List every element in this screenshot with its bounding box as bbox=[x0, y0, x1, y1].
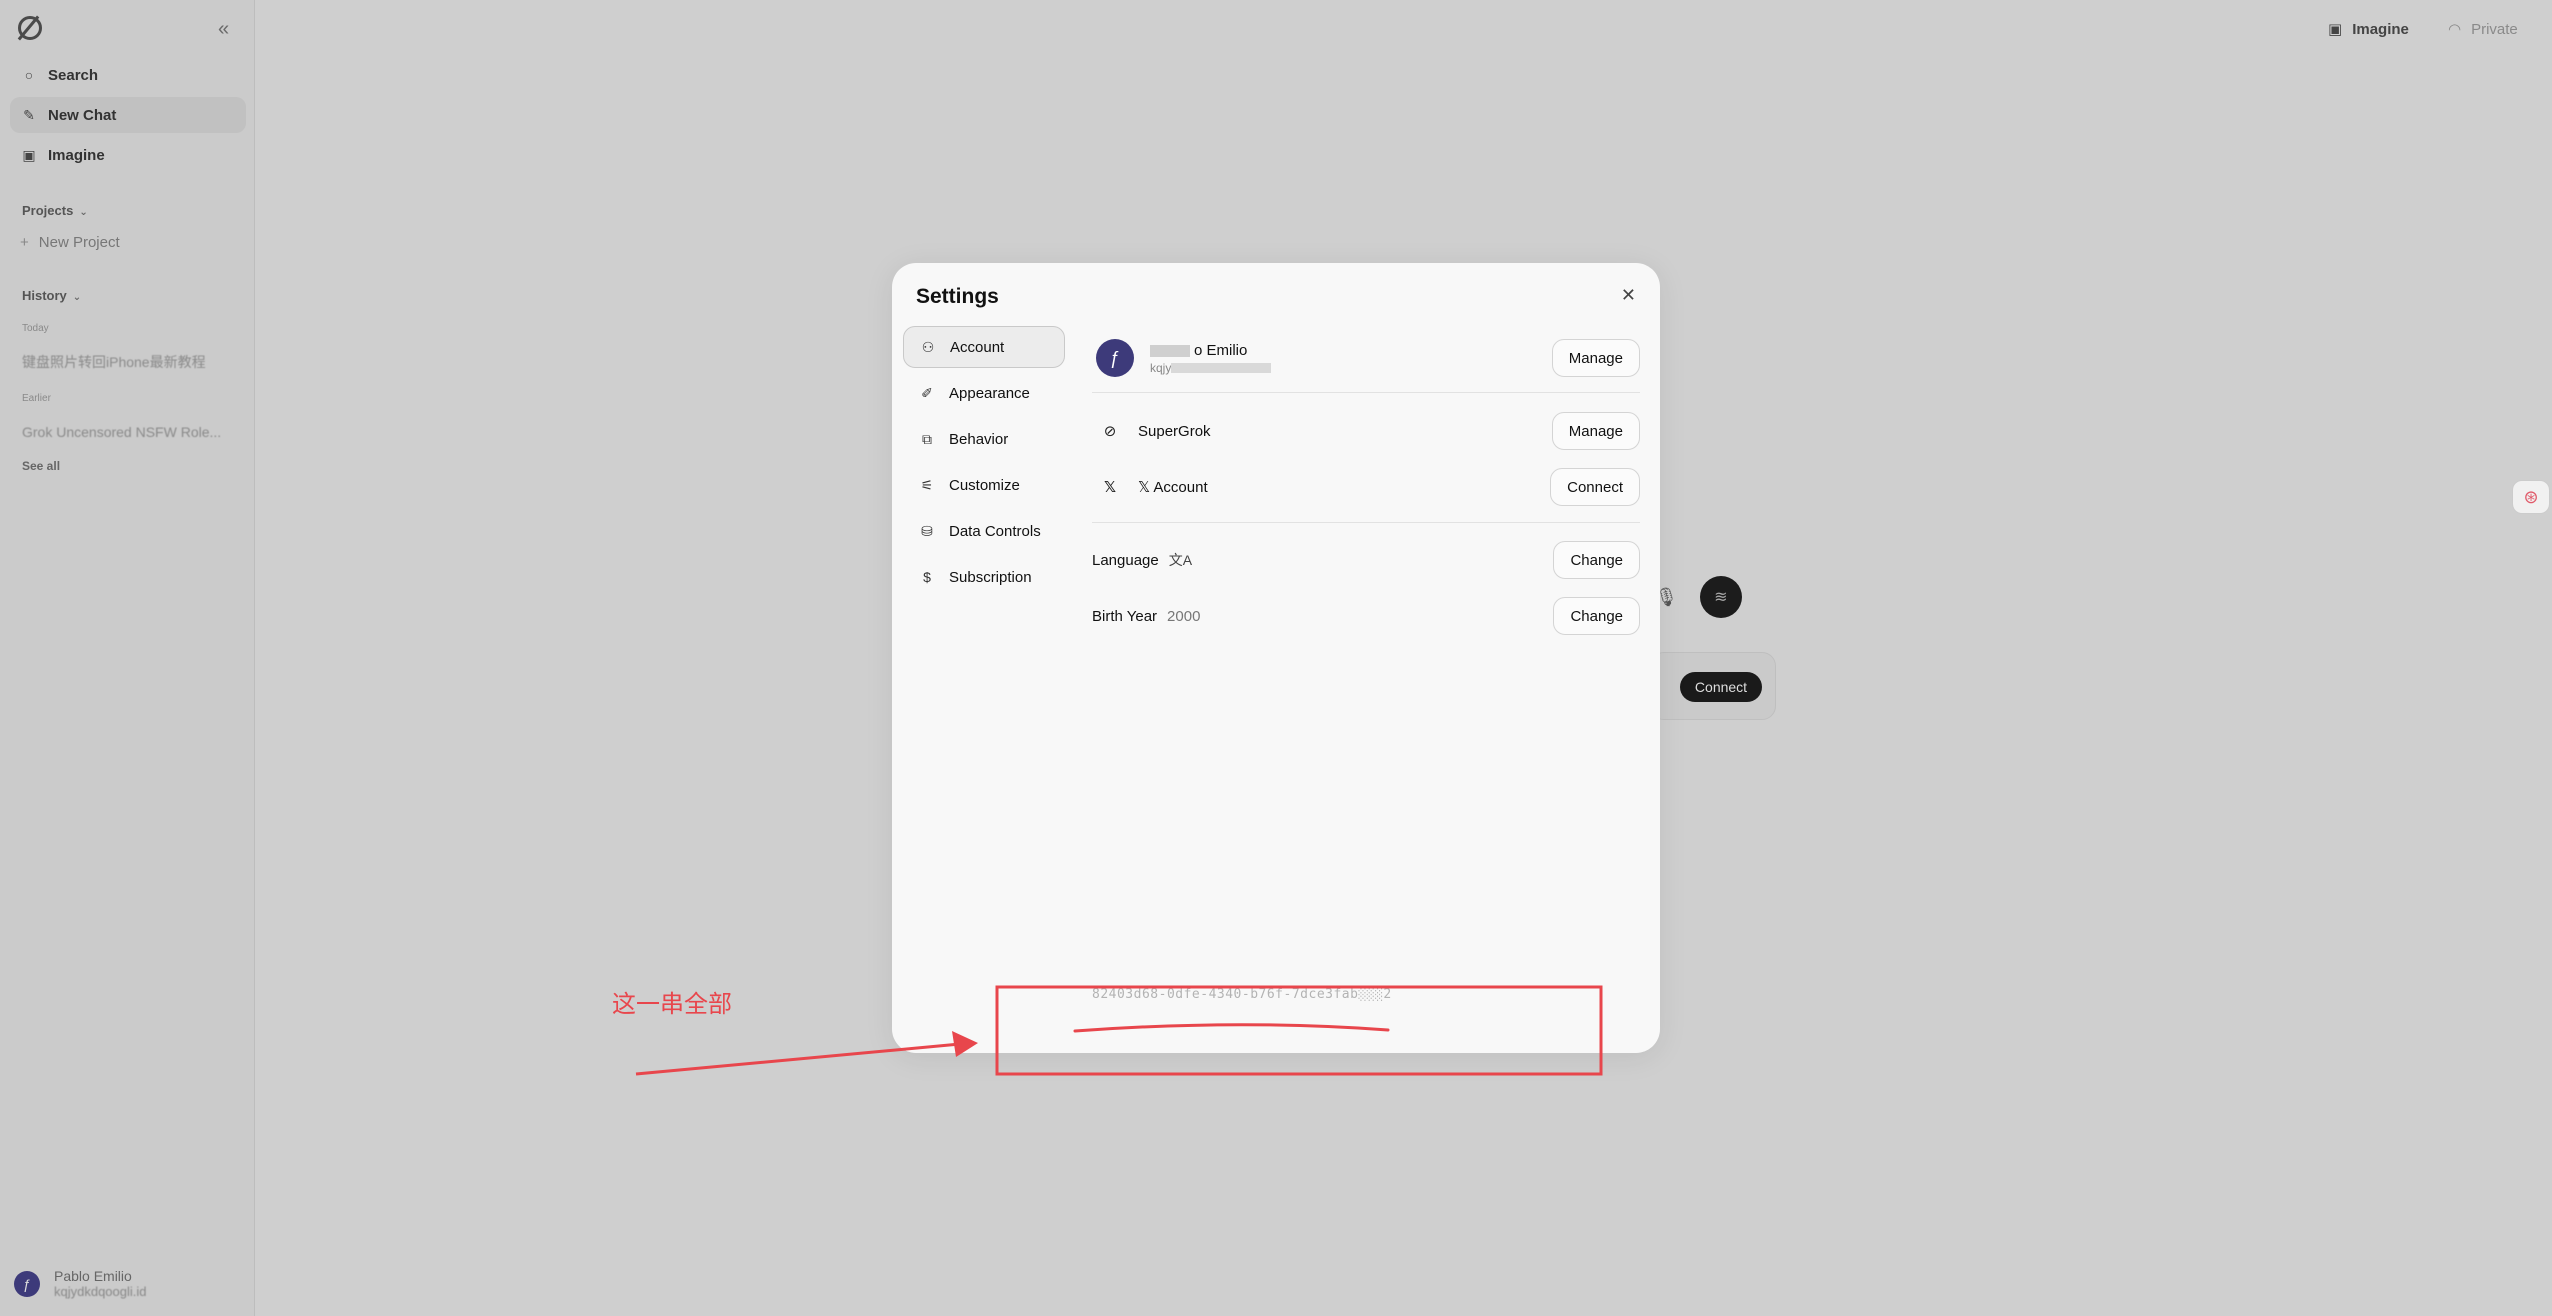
projects-section-toggle[interactable]: Projects ⌄ bbox=[22, 203, 88, 218]
manage-account-button[interactable]: Manage bbox=[1551, 339, 1640, 377]
sidebar: « ○ Search ✎ New Chat ▣ Imagine Projects… bbox=[0, 0, 255, 1316]
sliders-icon: ⚟ bbox=[920, 476, 934, 493]
chevron-down-icon: ⌄ bbox=[79, 207, 88, 218]
change-birth-year-button[interactable]: Change bbox=[1553, 597, 1640, 635]
background-connect-button[interactable]: Connect bbox=[1680, 672, 1762, 702]
x-account-row: 𝕏 𝕏 Account Connect bbox=[1092, 467, 1640, 507]
connect-x-button[interactable]: Connect bbox=[1550, 468, 1640, 506]
voice-mode-icon[interactable]: ≋ bbox=[1699, 576, 1742, 618]
dollar-icon: $ bbox=[923, 569, 931, 585]
behavior-icon: ⧉ bbox=[922, 430, 932, 447]
settings-tab-account[interactable]: ⚇ Account bbox=[903, 326, 1065, 368]
modal-title: Settings bbox=[916, 285, 999, 308]
settings-modal: Settings ✕ ⚇ Account ✐ Appearance ⧉ Beha… bbox=[892, 263, 1660, 1053]
brush-icon: ✐ bbox=[921, 384, 933, 401]
sidebar-item-label: New Chat bbox=[48, 106, 117, 124]
change-language-button[interactable]: Change bbox=[1553, 541, 1640, 579]
profile-row: ƒ o Emilio kqjy Manage bbox=[1092, 333, 1640, 383]
edit-icon: ✎ bbox=[23, 106, 35, 123]
birth-year-value: 2000 bbox=[1167, 607, 1201, 625]
grok-logo-icon[interactable] bbox=[18, 16, 42, 40]
sidebar-item-label: Imagine bbox=[48, 146, 105, 164]
translate-icon: 文A bbox=[1168, 552, 1193, 568]
supergrok-row: ⊘ SuperGrok Manage bbox=[1092, 411, 1640, 451]
settings-tab-subscription[interactable]: $ Subscription bbox=[903, 556, 1065, 598]
sidebar-item-imagine[interactable]: ▣ Imagine bbox=[10, 137, 246, 173]
image-icon: ▣ bbox=[22, 146, 36, 163]
chevron-down-icon: ⌄ bbox=[72, 292, 82, 303]
history-group-earlier: Earlier bbox=[22, 393, 51, 404]
close-icon[interactable]: ✕ bbox=[1621, 285, 1636, 306]
manage-supergrok-button[interactable]: Manage bbox=[1551, 412, 1640, 450]
x-logo-icon: 𝕏 bbox=[1103, 479, 1117, 496]
see-all-link[interactable]: See all bbox=[22, 459, 60, 473]
ghost-icon: ◠ bbox=[2448, 21, 2462, 38]
sidebar-item-new-chat[interactable]: ✎ New Chat bbox=[10, 97, 246, 133]
birth-year-row: Birth Year 2000 Change bbox=[1092, 596, 1640, 636]
settings-tab-appearance[interactable]: ✐ Appearance bbox=[903, 372, 1065, 414]
user-profile[interactable]: ƒ Pablo Emilio kqjydkdqoogli.id bbox=[14, 1268, 147, 1299]
plus-icon: + bbox=[20, 234, 29, 251]
modal-footer: 82403d68-0dfe-4340-b76f-7dce3fab░░░2 bbox=[892, 983, 1660, 1053]
settings-tab-data-controls[interactable]: ⛁ Data Controls bbox=[903, 510, 1065, 552]
user-name: Pablo Emilio bbox=[54, 1268, 132, 1284]
new-project-button[interactable]: + New Project bbox=[20, 234, 120, 251]
chat-input-controls: 🎙 ≋ bbox=[1655, 576, 1742, 618]
collapse-sidebar-icon[interactable]: « bbox=[218, 18, 229, 41]
person-icon: ⚇ bbox=[921, 338, 935, 355]
profile-email: kqjy bbox=[1150, 361, 1272, 375]
translate-extension-icon[interactable]: ⊛ bbox=[2512, 480, 2550, 514]
search-icon: ○ bbox=[24, 67, 34, 83]
grok-logo-icon: ⊘ bbox=[1103, 423, 1117, 440]
divider bbox=[1092, 522, 1640, 523]
language-row: Language 文A Change bbox=[1092, 540, 1640, 580]
history-item[interactable]: Grok Uncensored NSFW Role... bbox=[22, 424, 237, 440]
avatar: ƒ bbox=[1096, 339, 1134, 377]
image-icon: ▣ bbox=[2328, 21, 2343, 38]
history-group-today: Today bbox=[22, 323, 49, 334]
sidebar-item-label: Search bbox=[48, 66, 99, 84]
user-email: kqjydkdqoogli.id bbox=[54, 1284, 147, 1299]
user-id-text: 82403d68-0dfe-4340-b76f-7dce3fab░░░2 bbox=[1092, 987, 1392, 1002]
annotation-text: 这一串全部 bbox=[612, 990, 732, 1018]
history-section-toggle[interactable]: History ⌄ bbox=[22, 288, 81, 303]
avatar: ƒ bbox=[14, 1270, 40, 1297]
sidebar-item-search[interactable]: ○ Search bbox=[10, 57, 246, 93]
imagine-top-button[interactable]: ▣ Imagine bbox=[2328, 20, 2409, 39]
settings-tab-behavior[interactable]: ⧉ Behavior bbox=[903, 418, 1065, 460]
profile-name: o Emilio bbox=[1150, 342, 1271, 359]
divider bbox=[1092, 392, 1640, 393]
private-mode-button[interactable]: ◠ Private bbox=[2448, 20, 2518, 39]
history-item[interactable]: 键盘照片转回iPhone最新教程 bbox=[22, 352, 237, 372]
database-icon: ⛁ bbox=[921, 522, 933, 539]
settings-tab-customize[interactable]: ⚟ Customize bbox=[903, 464, 1065, 506]
